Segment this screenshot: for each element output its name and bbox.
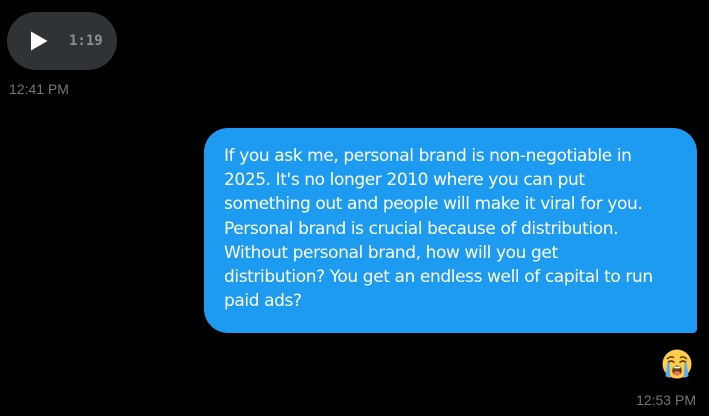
message-text-line: something out and people will make it vi… <box>224 194 643 215</box>
play-icon[interactable] <box>29 30 49 52</box>
voice-duration: 1:19 <box>69 33 103 49</box>
message-text-line: 2025. It's no longer 2010 where you can … <box>224 170 585 191</box>
message-text-line: paid ads? <box>224 291 302 312</box>
message-text-line: distribution? You get an endless well of… <box>224 267 653 288</box>
chat-conversation: 1:19 12:41 PM If you ask me, personal br… <box>0 0 709 416</box>
message-text-line: Without personal brand, how will you get <box>224 242 558 263</box>
voice-message-timestamp: 12:41 PM <box>9 81 69 97</box>
loudly-crying-face-icon <box>662 349 692 379</box>
voice-message[interactable]: 1:19 <box>7 12 117 70</box>
sent-message-bubble[interactable]: If you ask me, personal brand is non-neg… <box>204 128 697 333</box>
message-text-line: If you ask me, personal brand is non-neg… <box>224 146 632 166</box>
message-text-line: Personal brand is crucial because of dis… <box>224 218 619 239</box>
sent-message-timestamp: 12:53 PM <box>636 392 696 408</box>
